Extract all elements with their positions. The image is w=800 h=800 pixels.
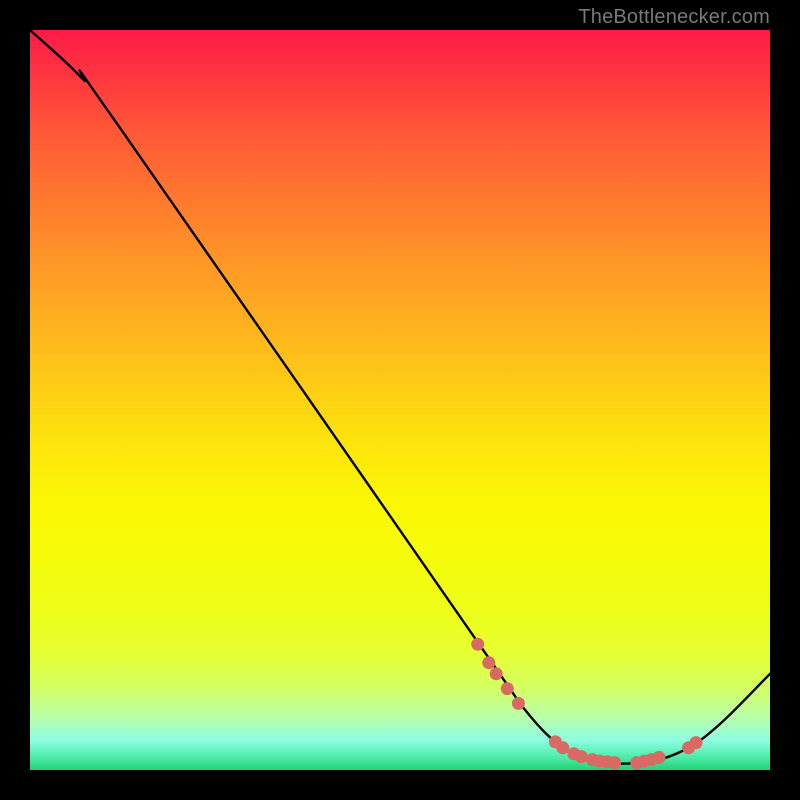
attribution-text: TheBottlenecker.com	[578, 6, 770, 29]
data-marker	[501, 682, 514, 695]
data-marker	[471, 638, 484, 651]
data-marker	[482, 656, 495, 669]
data-marker	[653, 751, 666, 764]
curve-layer	[30, 30, 770, 770]
data-marker	[690, 736, 703, 749]
marker-group	[471, 638, 702, 769]
data-marker	[490, 667, 503, 680]
data-marker	[575, 750, 588, 763]
plot-area	[30, 30, 770, 770]
data-marker	[608, 756, 621, 769]
data-marker	[556, 741, 569, 754]
bottleneck-curve	[30, 30, 770, 764]
outer-frame: TheBottlenecker.com	[0, 0, 800, 800]
data-marker	[512, 697, 525, 710]
